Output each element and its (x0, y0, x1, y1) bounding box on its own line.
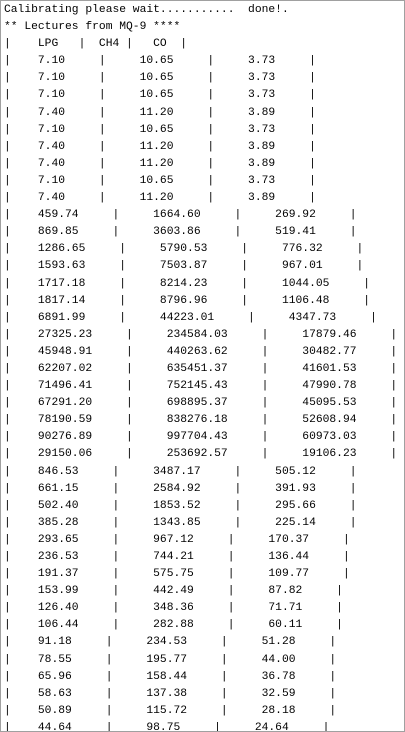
serial-line: | 7.40 | 11.20 | 3.89 | (4, 140, 316, 153)
serial-line: ** Lectures from MQ-9 **** (4, 21, 181, 34)
serial-line: | 293.65 | 967.12 | 170.37 | (4, 533, 350, 546)
serial-line: | 71496.41 | 752145.43 | 47990.78 | (4, 380, 398, 393)
serial-line: | 191.37 | 575.75 | 109.77 | (4, 568, 350, 581)
serial-line: | 502.40 | 1853.52 | 295.66 | (4, 499, 357, 512)
serial-line: | 50.89 | 115.72 | 28.18 | (4, 704, 337, 717)
serial-line: | 6891.99 | 44223.01 | 4347.73 | (4, 311, 377, 324)
serial-line: | 7.10 | 10.65 | 3.73 | (4, 174, 316, 187)
serial-line: | 27325.23 | 234584.03 | 17879.46 | (4, 328, 398, 341)
serial-line: | 1717.18 | 8214.23 | 1044.05 | (4, 277, 371, 290)
serial-line: | 1817.14 | 8796.96 | 1106.48 | (4, 294, 371, 307)
serial-line: | 846.53 | 3487.17 | 505.12 | (4, 465, 357, 478)
serial-line: | 78.55 | 195.77 | 44.00 | (4, 653, 337, 666)
serial-line: | 385.28 | 1343.85 | 225.14 | (4, 516, 357, 529)
serial-line: | 45948.91 | 440263.62 | 30482.77 | (4, 345, 398, 358)
serial-line: | 153.99 | 442.49 | 87.82 | (4, 585, 343, 598)
serial-output[interactable]: Calibrating please wait........... done!… (4, 2, 404, 732)
serial-line: | 7.40 | 11.20 | 3.89 | (4, 157, 316, 170)
serial-line: | 106.44 | 282.88 | 60.11 | (4, 619, 343, 632)
serial-line: | 62207.02 | 635451.37 | 41601.53 | (4, 362, 398, 375)
serial-line: | 7.10 | 10.65 | 3.73 | (4, 55, 316, 68)
serial-line: | 7.10 | 10.65 | 3.73 | (4, 72, 316, 85)
serial-line: | 661.15 | 2584.92 | 391.93 | (4, 482, 357, 495)
serial-line: | 65.96 | 158.44 | 36.78 | (4, 670, 337, 683)
serial-line: | 1286.65 | 5790.53 | 776.32 | (4, 243, 364, 256)
serial-line: | 67291.20 | 698895.37 | 45095.53 | (4, 397, 398, 410)
serial-line: | 90276.89 | 997704.43 | 60973.03 | (4, 431, 398, 444)
serial-monitor-window: Calibrating please wait........... done!… (0, 0, 405, 732)
serial-line: | 91.18 | 234.53 | 51.28 | (4, 636, 337, 649)
serial-line: | 7.10 | 10.65 | 3.73 | (4, 89, 316, 102)
serial-line: | 869.85 | 3603.86 | 519.41 | (4, 226, 357, 239)
serial-line: Calibrating please wait........... done!… (4, 4, 289, 16)
serial-line: | 7.40 | 11.20 | 3.89 | (4, 192, 316, 205)
serial-line: | 58.63 | 137.38 | 32.59 | (4, 687, 337, 700)
serial-line: | 7.10 | 10.65 | 3.73 | (4, 123, 316, 136)
serial-line: | 1593.63 | 7503.87 | 967.01 | (4, 260, 364, 273)
serial-line: | 44.64 | 98.75 | 24.64 | (4, 721, 330, 732)
serial-line: | 459.74 | 1664.60 | 269.92 | (4, 209, 357, 222)
serial-line: | 29150.06 | 253692.57 | 19106.23 | (4, 448, 398, 461)
serial-line: | LPG | CH4 | CO | (4, 38, 188, 51)
serial-line: | 236.53 | 744.21 | 136.44 | (4, 551, 350, 563)
serial-line: | 78190.59 | 838276.18 | 52608.94 | (4, 414, 398, 427)
serial-line: | 7.40 | 11.20 | 3.89 | (4, 106, 316, 119)
serial-line: | 126.40 | 348.36 | 71.71 | (4, 602, 343, 615)
